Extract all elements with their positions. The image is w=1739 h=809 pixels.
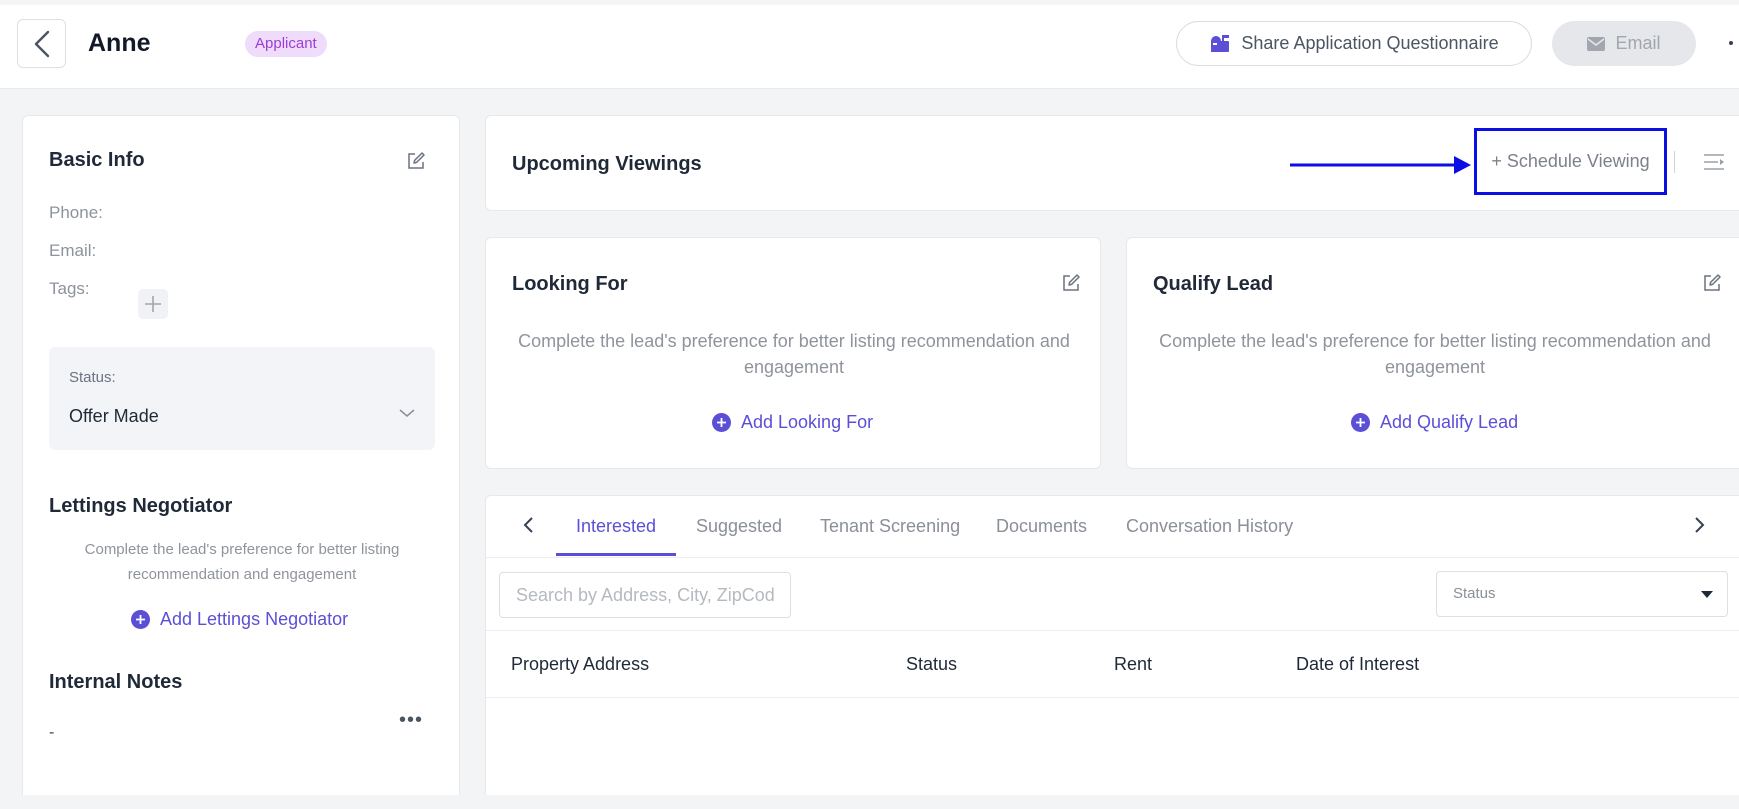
chevron-down-icon — [399, 409, 415, 417]
status-filter-label: Status — [1453, 585, 1496, 602]
notes-more-icon[interactable]: ••• — [399, 709, 423, 732]
qualify-lead-title: Qualify Lead — [1153, 273, 1274, 295]
internal-notes-value: - — [49, 724, 55, 741]
plus-icon — [145, 296, 161, 312]
table-top-border — [486, 630, 1739, 631]
qualify-lead-help-text: Complete the lead's preference for bette… — [1159, 331, 1711, 377]
basic-info-title: Basic Info — [49, 149, 145, 171]
edit-qualify-lead-icon[interactable] — [1702, 273, 1722, 293]
top-bar-shadow — [0, 0, 1739, 5]
status-filter-select[interactable]: Status — [1436, 571, 1728, 617]
add-looking-for-label: Add Looking For — [741, 412, 874, 432]
chevron-left-icon — [34, 30, 49, 57]
tab-documents[interactable]: Documents — [996, 516, 1087, 537]
envelope-icon — [1587, 36, 1606, 51]
role-badge: Applicant — [245, 31, 327, 57]
arrow-right-icon — [1290, 156, 1471, 174]
properties-card — [485, 495, 1739, 809]
page-title: Anne — [88, 29, 151, 57]
edit-basic-info-icon[interactable] — [406, 151, 426, 171]
top-bar: Anne Applicant Share Application Questio… — [0, 0, 1739, 89]
lettings-negotiator-title: Lettings Negotiator — [49, 495, 233, 517]
more-menu-icon[interactable] — [1729, 41, 1733, 45]
status-value: Offer Made — [69, 406, 159, 426]
edit-looking-for-icon[interactable] — [1061, 273, 1081, 293]
email-button[interactable]: Email — [1552, 21, 1696, 66]
active-tab-indicator — [556, 553, 676, 556]
tab-next-icon[interactable] — [1688, 513, 1708, 537]
column-header-property-address: Property Address — [511, 654, 650, 674]
property-search-input[interactable] — [499, 572, 791, 618]
plus-circle-icon — [712, 413, 731, 432]
tab-suggested[interactable]: Suggested — [696, 516, 782, 537]
list-view-icon[interactable] — [1703, 153, 1725, 171]
looking-for-title: Looking For — [512, 273, 628, 295]
qualify-lead-card: Qualify Lead Complete the lead's prefere… — [1126, 237, 1739, 469]
tags-label: Tags: — [49, 279, 90, 298]
column-header-date-of-interest: Date of Interest — [1296, 654, 1420, 674]
upcoming-viewings-title: Upcoming Viewings — [512, 153, 702, 175]
mailbox-icon — [1211, 34, 1230, 52]
tab-interested[interactable]: Interested — [576, 516, 656, 537]
email-label: Email: — [49, 241, 97, 260]
page-bottom — [0, 795, 1739, 809]
tab-conversation-history[interactable]: Conversation History — [1126, 516, 1293, 537]
tab-prev-icon[interactable] — [520, 513, 540, 537]
add-lettings-negotiator-label: Add Lettings Negotiator — [160, 609, 349, 629]
tab-divider — [486, 557, 1739, 558]
caret-down-icon — [1701, 591, 1713, 598]
add-qualify-lead-link[interactable]: Add Qualify Lead — [1351, 412, 1518, 433]
share-questionnaire-button[interactable]: Share Application Questionnaire — [1176, 21, 1532, 66]
email-button-label: Email — [1615, 33, 1661, 53]
column-header-rent: Rent — [1114, 654, 1153, 674]
column-header-status: Status — [906, 654, 958, 674]
status-field: Status: Offer Made — [49, 347, 435, 450]
toolbar-divider — [1674, 151, 1675, 173]
share-questionnaire-label: Share Application Questionnaire — [1241, 33, 1499, 53]
status-label: Status: — [69, 369, 116, 386]
table-header-border — [486, 697, 1739, 698]
tab-tenant-screening[interactable]: Tenant Screening — [820, 516, 960, 537]
schedule-viewing-button[interactable]: + Schedule Viewing — [1474, 128, 1667, 195]
looking-for-card: Looking For Complete the lead's preferen… — [485, 237, 1101, 469]
internal-notes-title: Internal Notes — [49, 671, 183, 693]
add-lettings-negotiator-link[interactable]: Add Lettings Negotiator — [131, 609, 348, 630]
negotiator-help-text: Complete the lead's preference for bette… — [84, 541, 400, 583]
status-select[interactable]: Offer Made — [69, 406, 415, 430]
plus-circle-icon — [1351, 413, 1370, 432]
looking-for-help-text: Complete the lead's preference for bette… — [518, 331, 1070, 377]
phone-label: Phone: — [49, 203, 103, 222]
back-button[interactable] — [17, 19, 66, 68]
add-tag-button[interactable] — [138, 289, 168, 319]
plus-circle-icon — [131, 610, 150, 629]
add-qualify-lead-label: Add Qualify Lead — [1380, 412, 1519, 432]
add-looking-for-link[interactable]: Add Looking For — [712, 412, 873, 433]
lead-details-card: Basic Info Phone: Email: Tags: Status: O… — [22, 115, 460, 805]
